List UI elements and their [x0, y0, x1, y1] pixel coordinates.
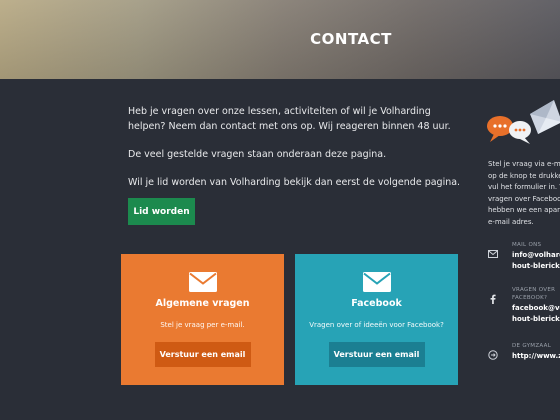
envelope-icon: [488, 250, 498, 258]
contact-illustration: [487, 100, 560, 144]
sidebar-item-value[interactable]: http://www.z: [512, 351, 560, 362]
card-subtitle: Vragen over of ideeën voor Facebook?: [309, 321, 444, 329]
sidebar-text: Stel je vraag via e-ma op de knop te dru…: [488, 160, 560, 226]
sidebar-item-value[interactable]: facebook@vo hout-blerick.: [512, 303, 560, 325]
card-subtitle: Stel je vraag per e-mail.: [160, 321, 245, 329]
intro-paragraph-2: De veel gestelde vragen staan onderaan d…: [128, 149, 387, 160]
intro-paragraph-3: Wil je lid worden van Volharding bekijk …: [128, 177, 461, 188]
send-email-button[interactable]: Verstuur een email: [154, 342, 251, 367]
sidebar-item-label: VRAGEN OVER FACEBOOK?: [512, 287, 556, 301]
facebook-icon: [490, 294, 496, 304]
envelope-icon: [362, 272, 391, 292]
globe-icon: [488, 350, 498, 360]
card-title: Facebook: [351, 298, 402, 309]
sidebar-item-label: MAIL ONS: [512, 242, 542, 248]
card-title: Algemene vragen: [155, 298, 250, 309]
general-questions-card: Algemene vragen Stel je vraag per e-mail…: [121, 254, 284, 385]
hero-banner: CONTACT: [0, 0, 560, 79]
send-email-button[interactable]: Verstuur een email: [328, 342, 425, 367]
sidebar-item-value[interactable]: info@volhard hout-blerick.: [512, 250, 560, 272]
facebook-card: Facebook Vragen over of ideeën voor Face…: [295, 254, 458, 385]
envelope-icon: [188, 272, 217, 292]
sidebar-item-label: DE GYMZAAL: [512, 343, 552, 349]
intro-paragraph-1: Heb je vragen over onze lessen, activite…: [128, 106, 451, 132]
intro-text: Heb je vragen over onze lessen, activite…: [128, 104, 468, 203]
join-button[interactable]: Lid worden: [128, 198, 195, 225]
page-title: CONTACT: [310, 30, 392, 48]
